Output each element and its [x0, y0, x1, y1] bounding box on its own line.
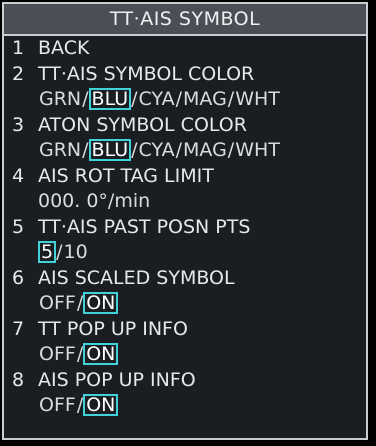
menu-item-ais-scaled-symbol[interactable]: 6 AIS SCALED SYMBOL: [4, 266, 366, 292]
option-selected[interactable]: BLU: [88, 88, 132, 110]
option[interactable]: OFF: [38, 395, 77, 415]
option-group: OFF/ON: [4, 393, 366, 419]
menu-item-number: 2: [12, 62, 25, 85]
option-selected[interactable]: BLU: [88, 139, 132, 161]
menu-item-tt-ais-past-posn-pts[interactable]: 5 TT·AIS PAST POSN PTS: [4, 215, 366, 241]
menu-list: 1 BACK 2 TT·AIS SYMBOL COLOR GRN/BLU/CYA/M…: [4, 36, 366, 419]
option-group: OFF/ON: [4, 342, 366, 368]
rot-tag-limit-value[interactable]: 000. 0°/min: [38, 190, 150, 212]
menu-item-label: ATON SYMBOL COLOR: [38, 113, 247, 136]
option-selected[interactable]: 5: [38, 241, 57, 263]
menu-item-aton-symbol-color[interactable]: 3 ATON SYMBOL COLOR: [4, 113, 366, 139]
menu-item-label: BACK: [38, 37, 90, 59]
option[interactable]: GRN: [38, 140, 82, 160]
menu-item-number: 3: [12, 113, 25, 136]
option[interactable]: CYA: [138, 140, 176, 160]
option[interactable]: OFF: [38, 293, 77, 313]
option-group: GRN/BLU/CYA/MAG/WHT: [4, 138, 366, 164]
menu-item-ais-rot-tag-limit[interactable]: 4 AIS ROT TAG LIMIT: [4, 164, 366, 190]
option[interactable]: MAG: [182, 140, 228, 160]
option-selected[interactable]: ON: [83, 292, 119, 314]
menu-item-tt-pop-up-info[interactable]: 7 TT POP UP INFO: [4, 317, 366, 343]
option[interactable]: 10: [63, 242, 89, 262]
option[interactable]: GRN: [38, 89, 82, 109]
menu-panel: TT·AIS SYMBOL 1 BACK 2 TT·AIS SYMBOL COLOR…: [2, 2, 368, 440]
menu-title: TT·AIS SYMBOL: [109, 8, 261, 30]
menu-item-tt-ais-symbol-color[interactable]: 2 TT·AIS SYMBOL COLOR: [4, 62, 366, 88]
menu-item-back[interactable]: 1 BACK: [4, 36, 366, 62]
option-group: 5/10: [4, 240, 366, 266]
menu-item-label: AIS SCALED SYMBOL: [38, 266, 235, 289]
menu-item-number: 6: [12, 266, 25, 289]
option-selected[interactable]: ON: [83, 394, 119, 416]
menu-item-number: 5: [12, 215, 25, 238]
option[interactable]: OFF: [38, 344, 77, 364]
option[interactable]: WHT: [234, 89, 281, 109]
menu-item-number: 8: [12, 368, 25, 391]
option-selected[interactable]: ON: [83, 343, 119, 365]
option[interactable]: MAG: [182, 89, 228, 109]
menu-item-number: 7: [12, 317, 25, 340]
option[interactable]: WHT: [234, 140, 281, 160]
menu-item-number: 4: [12, 164, 25, 187]
rot-tag-limit-row: 000. 0°/min: [4, 189, 366, 215]
menu-item-label: AIS POP UP INFO: [38, 368, 196, 391]
menu-item-label: TT·AIS PAST POSN PTS: [38, 215, 251, 238]
menu-item-label: TT POP UP INFO: [38, 317, 188, 340]
menu-item-label: AIS ROT TAG LIMIT: [38, 164, 214, 187]
option-group: OFF/ON: [4, 291, 366, 317]
menu-item-label: TT·AIS SYMBOL COLOR: [38, 62, 255, 85]
option-group: GRN/BLU/CYA/MAG/WHT: [4, 87, 366, 113]
menu-item-ais-pop-up-info[interactable]: 8 AIS POP UP INFO: [4, 368, 366, 394]
option[interactable]: CYA: [138, 89, 176, 109]
menu-item-number: 1: [12, 37, 25, 59]
menu-title-bar: TT·AIS SYMBOL: [4, 4, 366, 36]
